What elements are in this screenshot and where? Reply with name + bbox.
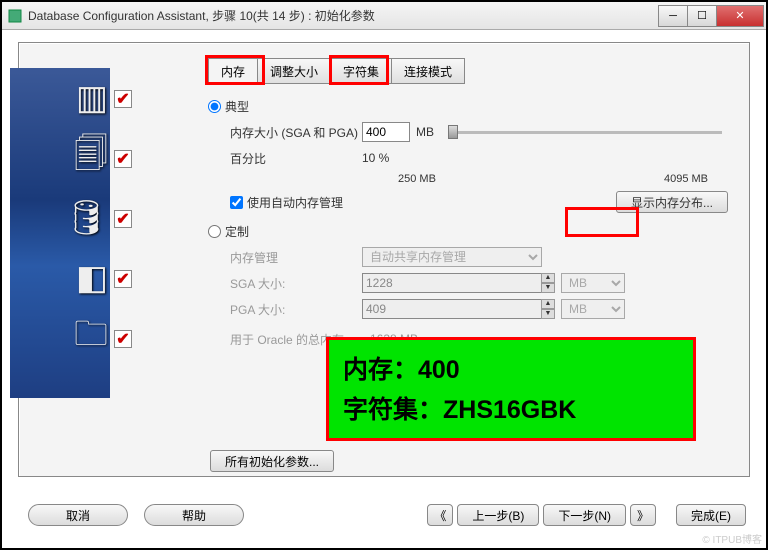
close-button[interactable]: ✕ xyxy=(716,5,764,27)
sidebar-step-3: 🛢✔ xyxy=(10,188,110,248)
sga-spinner: ▲▼ xyxy=(541,273,555,293)
radio-typical-row[interactable]: 典型 xyxy=(208,98,728,115)
radio-custom-row[interactable]: 定制 xyxy=(208,223,728,240)
button-bar: 取消 帮助 《 上一步(B) 下一步(N) 》 完成(E) xyxy=(18,500,750,530)
files-icon: 🗐 xyxy=(74,130,108,187)
check-icon: ✔ xyxy=(114,270,132,288)
check-icon: ✔ xyxy=(114,210,132,228)
pga-label: PGA 大小: xyxy=(230,301,362,318)
finish-button[interactable]: 完成(E) xyxy=(676,504,746,526)
window-title: Database Configuration Assistant, 步骤 10(… xyxy=(28,7,659,24)
chip-icon: ▥ xyxy=(76,78,108,118)
minimize-button[interactable]: ─ xyxy=(658,5,688,27)
prev-button[interactable]: 上一步(B) xyxy=(457,504,539,526)
pga-unit-select: MB xyxy=(561,299,625,319)
auto-memory-label: 使用自动内存管理 xyxy=(247,194,343,211)
mem-mgmt-label: 内存管理 xyxy=(230,249,362,266)
check-icon: ✔ xyxy=(114,150,132,168)
sidebar-step-5: 🗀✔ xyxy=(10,308,110,368)
slider-max-label: 4095 MB xyxy=(664,173,708,185)
sga-label: SGA 大小: xyxy=(230,275,362,292)
pga-input xyxy=(362,299,542,319)
radio-typical[interactable] xyxy=(208,100,221,113)
show-distribution-button[interactable]: 显示内存分布... xyxy=(616,191,728,213)
sga-input xyxy=(362,273,542,293)
sga-unit-select: MB xyxy=(561,273,625,293)
memory-size-input[interactable] xyxy=(362,122,410,142)
window-controls: ─ ☐ ✕ xyxy=(659,5,764,27)
cancel-button[interactable]: 取消 xyxy=(28,504,128,526)
slider-min-label: 250 MB xyxy=(398,173,436,185)
memory-size-label: 内存大小 (SGA 和 PGA) xyxy=(230,124,362,141)
annotation-overlay: 内存：400 字符集：ZHS16GBK xyxy=(326,337,696,441)
memory-size-unit: MB xyxy=(416,125,434,139)
maximize-button[interactable]: ☐ xyxy=(687,5,717,27)
pga-spinner: ▲▼ xyxy=(541,299,555,319)
tab-connection[interactable]: 连接模式 xyxy=(391,58,465,84)
watermark: © ITPUB博客 xyxy=(702,531,762,546)
sidebar-step-1: ▥✔ xyxy=(10,68,110,128)
form-area: 典型 内存大小 (SGA 和 PGA) MB 百分比 10 % 250 MB 4… xyxy=(208,92,728,354)
next-button[interactable]: 下一步(N) xyxy=(543,504,626,526)
help-button[interactable]: 帮助 xyxy=(144,504,244,526)
tab-bar: 内存 调整大小 字符集 连接模式 xyxy=(208,58,464,84)
tab-resize[interactable]: 调整大小 xyxy=(257,58,331,84)
wizard-sidebar: ▥✔ 🗐✔ 🛢✔ ◧✔ 🗀✔ xyxy=(10,68,110,398)
sidebar-step-2: 🗐✔ xyxy=(10,128,110,188)
next-small-button[interactable]: 》 xyxy=(630,504,656,526)
auto-memory-checkbox[interactable] xyxy=(230,196,243,209)
title-bar: Database Configuration Assistant, 步骤 10(… xyxy=(2,2,766,30)
annotation-line2: 字符集：ZHS16GBK xyxy=(343,390,679,430)
tab-charset[interactable]: 字符集 xyxy=(330,58,392,84)
radio-custom-label: 定制 xyxy=(225,223,249,240)
check-icon: ✔ xyxy=(114,330,132,348)
folder-icon: 🗀 xyxy=(74,310,108,367)
shapes-icon: ◧ xyxy=(76,258,108,298)
percent-label: 百分比 xyxy=(230,150,362,167)
slider-thumb[interactable] xyxy=(448,125,458,139)
app-icon xyxy=(7,8,23,24)
tab-memory[interactable]: 内存 xyxy=(208,58,258,84)
memory-slider[interactable] xyxy=(448,131,722,134)
percent-value: 10 % xyxy=(362,151,389,165)
radio-typical-label: 典型 xyxy=(225,98,249,115)
db-icon: 🛢 xyxy=(65,198,108,238)
all-init-params-button[interactable]: 所有初始化参数... xyxy=(210,450,334,472)
mem-mgmt-select: 自动共享内存管理 xyxy=(362,247,542,267)
prev-small-button[interactable]: 《 xyxy=(427,504,453,526)
annotation-line1: 内存：400 xyxy=(343,350,679,390)
sidebar-step-4: ◧✔ xyxy=(10,248,110,308)
check-icon: ✔ xyxy=(114,90,132,108)
radio-custom[interactable] xyxy=(208,225,221,238)
